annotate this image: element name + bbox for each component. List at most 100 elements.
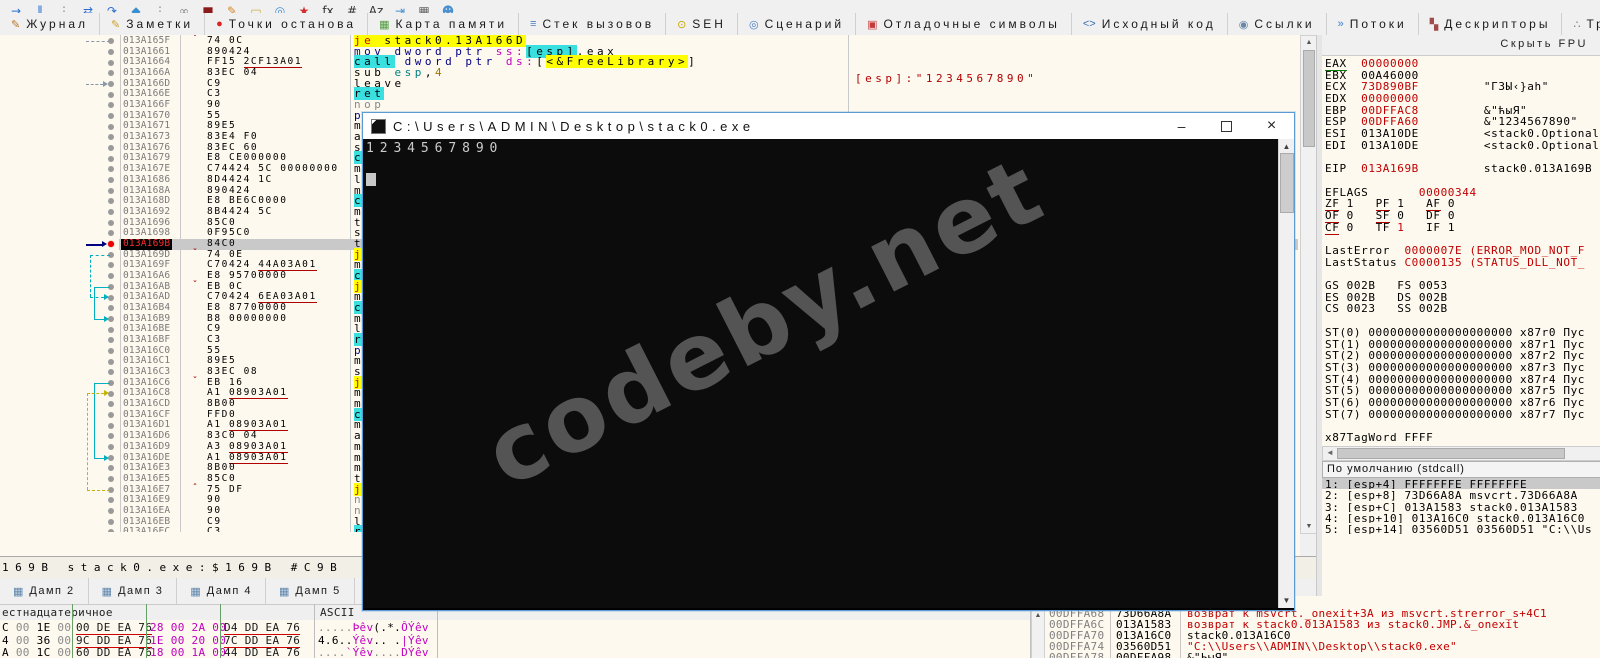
dump-tab[interactable]: ▦ Дамп 3 — [89, 578, 178, 604]
tab-script[interactable]: ◎ Сценарий — [738, 13, 857, 35]
tab-source[interactable]: <> Исходный код — [1072, 13, 1228, 35]
tab-trace[interactable]: ∴ Трассировка — [1562, 13, 1600, 35]
favorite-icon[interactable]: ★ — [292, 0, 316, 13]
bytes-cell: 8D4424 1C — [207, 173, 273, 185]
tab-threads[interactable]: » Потоки — [1327, 13, 1419, 35]
tab-label: Точки останова — [228, 17, 357, 31]
stack-arg-row[interactable]: 1: [esp+4] FFFFFFFE FFFFFFFE — [1322, 478, 1600, 490]
link-icon[interactable]: ∞ — [172, 0, 196, 13]
text-token: ST(7) 00000000000000000000 x87r7 Пус — [1325, 407, 1586, 421]
tab-seh[interactable]: ⊙ SEH — [666, 13, 738, 35]
disasm-row[interactable]: 013A165F ˇ 74 0C je stack0.13A166D — [0, 35, 1298, 47]
stack-arg-row[interactable]: 5: [esp+14] 03560D51 03560D51 "C:\\Us — [1322, 523, 1600, 534]
fx-icon[interactable]: ƒx — [316, 0, 340, 13]
step-over-icon[interactable]: ↷ — [100, 0, 124, 13]
notes-icon: ✎ — [111, 18, 121, 31]
calculator-icon[interactable]: ▦ — [412, 0, 436, 13]
seh-icon: ⊙ — [677, 18, 687, 31]
disasm-row[interactable]: 013A166D C9 leave — [0, 78, 1298, 90]
calling-convention-select[interactable]: По умолчанию (stdcall) — [1322, 461, 1600, 478]
scroll-down-icon[interactable]: ▼ — [1301, 523, 1317, 530]
globe-icon[interactable]: ◎ — [268, 0, 292, 13]
jump-direction-icon: ˇ — [192, 279, 199, 291]
label-az-icon[interactable]: Az — [364, 0, 388, 13]
text-token: 4 — [2, 633, 16, 647]
text-token: 36 — [36, 633, 58, 647]
disasm-row[interactable]: 013A1664 FF15 2CF13A01 call dword ptr ds:[… — [0, 55, 1298, 69]
tab-symbols[interactable]: ▣ Отладочные символы — [856, 13, 1072, 35]
bytes-cell: 85C0 — [207, 472, 237, 484]
console-window[interactable]: C:\Users\ADMIN\Desktop\stack0.exe – × 12… — [362, 112, 1295, 611]
scroll-up-icon[interactable]: ▲ — [1279, 142, 1294, 151]
hex-bytes-group: A 00 1C 00 — [2, 646, 71, 658]
patch-icon[interactable]: ✎ — [220, 0, 244, 13]
register-line[interactable]: x87TagWord FFFF — [1325, 432, 1600, 444]
stack-address-cell: 00DFFA78 — [1049, 651, 1105, 658]
user-icon[interactable]: ☻ — [436, 0, 460, 13]
tab-callstack[interactable]: ≡ Стек вызовов — [519, 13, 667, 35]
text-token: TF — [1375, 220, 1398, 234]
register-line[interactable]: LastStatus C0000135 (STATUS_DLL_NOT_ — [1325, 256, 1600, 269]
hexdump-rows[interactable]: C 00 1E 00 00 DE EA 76 28 00 2A 00 D4 DD EA… — [0, 620, 1030, 658]
register-line[interactable]: CS 0023 SS 002B — [1325, 303, 1600, 315]
tab-notes[interactable]: ✎ Заметки — [100, 13, 206, 35]
jump-line — [90, 254, 91, 298]
tab-journal[interactable]: ✎ Журнал — [0, 13, 101, 35]
group-divider — [146, 604, 147, 658]
dump-tab[interactable]: ▦ Дамп 5 — [266, 578, 355, 604]
dots-icon[interactable]: ⋮ — [52, 0, 76, 13]
register-line[interactable]: EIP 013A169B stack0.013A169B — [1325, 163, 1600, 175]
stack-arg-row[interactable]: 3: [esp+C] 013A1583 stack0.013A1583 — [1322, 501, 1600, 512]
address-cell: 013A16D9 — [123, 440, 171, 452]
comment-bubble-icon[interactable]: ▭ — [244, 0, 268, 13]
dump-tab[interactable]: ▦ Дамп 2 — [0, 578, 89, 604]
stack-row[interactable]: 00DFFA78 00DFFA98 &"ЬыЯ" — [1031, 652, 1600, 658]
run-arrow-icon[interactable]: → — [4, 0, 28, 13]
scroll-left-icon[interactable]: ◄ — [1326, 448, 1334, 457]
maximize-button[interactable] — [1204, 113, 1249, 139]
hash-icon[interactable]: # — [340, 0, 364, 13]
dump-tab[interactable]: ▦ Дамп 4 — [177, 578, 267, 604]
scrollbar-thumb[interactable] — [1337, 448, 1565, 459]
tab-handles[interactable]: ▚ Дескрипторы — [1419, 13, 1563, 35]
tab-memmap[interactable]: ▦ Карта памяти — [368, 13, 520, 35]
close-button[interactable]: × — [1249, 113, 1294, 139]
disasm-row[interactable]: 013A166F 90 nop — [0, 99, 1298, 111]
text-token: 00 — [57, 633, 72, 647]
scrollbar-thumb[interactable] — [1303, 50, 1315, 147]
scroll-down-icon[interactable]: ▼ — [1279, 596, 1294, 605]
dump-tab-icon: ▦ — [190, 585, 201, 598]
export-icon[interactable]: ⇥ — [388, 0, 412, 13]
scroll-up-icon[interactable]: ▲ — [1301, 39, 1317, 46]
console-cursor — [366, 173, 376, 186]
stack-arg-row[interactable]: 4: [esp+10] 013A16C0 stack0.013A16C0 — [1322, 512, 1600, 523]
comment-cell[interactable]: [esp]:"1234567890" — [855, 72, 1037, 85]
breakpoint-box-icon[interactable]: ■ — [196, 0, 220, 13]
disasm-row[interactable]: 013A166A 83EC 04 sub esp,4 — [0, 67, 1298, 79]
text-token: 1E 00 20 00 — [150, 633, 227, 647]
scrollbar-thumb[interactable] — [1280, 153, 1294, 213]
register-line[interactable]: CF 0 TF 1 IF 1 — [1325, 220, 1600, 235]
pause-icon[interactable]: ‖ — [28, 0, 52, 13]
hexdump-row[interactable]: A 00 1C 00 60 DD EA 76 18 00 1A 00 44 DD EA… — [0, 646, 1030, 658]
diamond-icon[interactable]: ◆ — [124, 0, 148, 13]
disasm-row[interactable]: 013A166E C3 ret — [0, 87, 1298, 101]
registers-hscrollbar[interactable]: ◄ — [1322, 446, 1600, 461]
register-line[interactable]: ST(7) 00000000000000000000 x87r7 Пус — [1325, 407, 1600, 421]
tab-breakpoints[interactable]: ● Точки останова — [205, 13, 369, 35]
watermark: codeby.net — [468, 139, 1061, 509]
tab-refs[interactable]: ◉ Ссылки — [1228, 13, 1327, 35]
text-token: ] — [688, 55, 699, 69]
swap-arrows-icon[interactable]: ⇄ — [76, 0, 100, 13]
registers-panel[interactable]: Скрыть FPU EAX 00000000 EBX 00A46000 ECX 7… — [1322, 35, 1600, 596]
console-scrollbar[interactable]: ▲ ▼ — [1278, 139, 1294, 608]
jump-arrowhead-icon — [103, 80, 108, 87]
stack-arg-row[interactable]: 2: [esp+8] 73D66A8A msvcrt.73D66A8A — [1322, 489, 1600, 500]
hide-fpu-button[interactable]: Скрыть FPU — [1500, 38, 1588, 50]
text-token: 00 — [15, 646, 37, 658]
register-line[interactable]: EDI 013A10DE <stack0.OptionalH — [1325, 139, 1600, 152]
dots2-icon[interactable]: ⋮ — [148, 0, 172, 13]
minimize-button[interactable]: – — [1159, 113, 1204, 139]
console-titlebar[interactable]: C:\Users\ADMIN\Desktop\stack0.exe – × — [363, 113, 1294, 139]
jump-line — [87, 393, 88, 490]
